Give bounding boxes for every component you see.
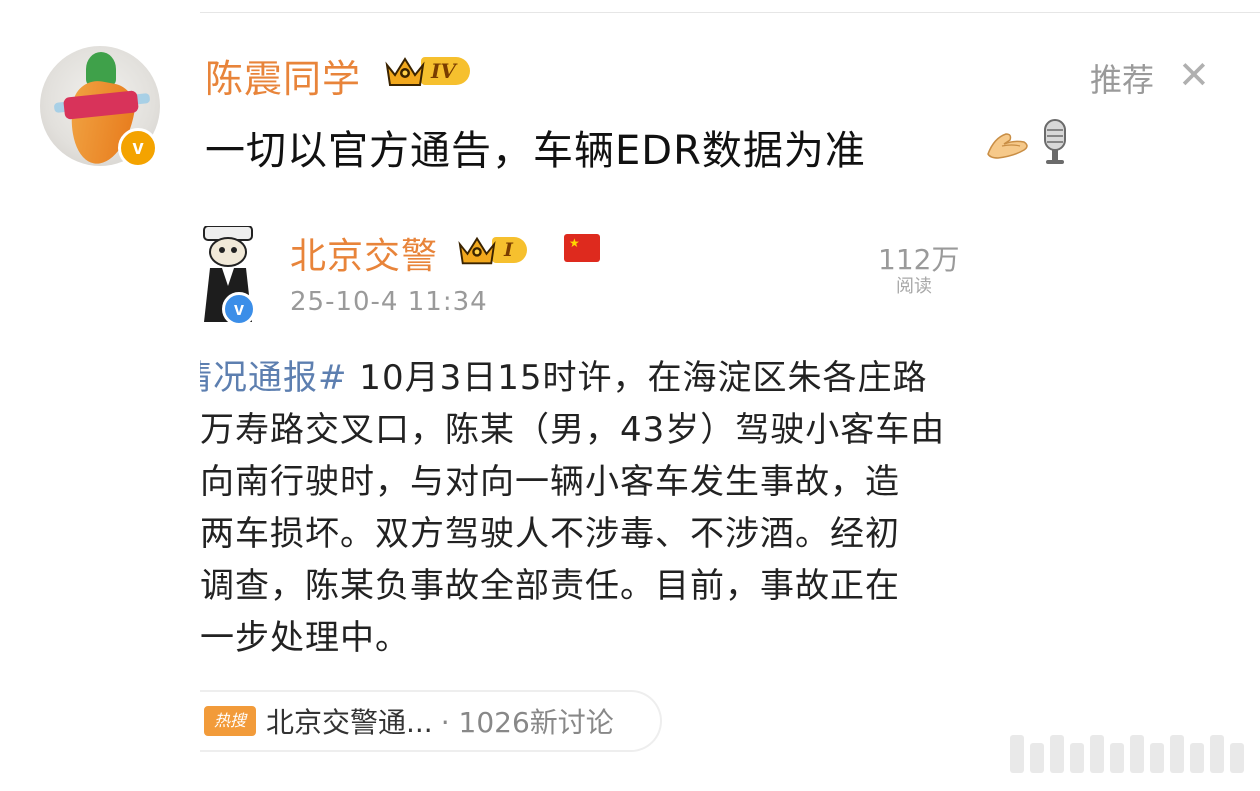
user-level-badge[interactable]: IV: [383, 50, 470, 92]
hot-search-pill[interactable]: 热搜 北京交警通... · 1026新讨论: [200, 690, 662, 752]
blue-verified-badge-icon: v: [222, 292, 256, 326]
watermark: [1010, 735, 1244, 773]
body-line: 情况通报# 10月3日15时许，在海淀区朱各庄路: [200, 352, 985, 404]
recommend-label[interactable]: 推荐: [1090, 55, 1154, 101]
post-username[interactable]: 陈震同学: [205, 48, 361, 103]
embedded-username[interactable]: 北京交警: [290, 227, 438, 279]
body-line: 调查，陈某负事故全部责任。目前，事故正在: [200, 566, 900, 606]
hashtag-link[interactable]: 情况通报#: [200, 358, 348, 398]
post-text: 一切以官方通告，车辆EDR数据为准: [205, 128, 866, 174]
reads-label: 阅读: [896, 276, 932, 297]
china-flag-icon: ★: [564, 234, 600, 262]
hot-search-icon: 热搜: [204, 706, 256, 736]
body-line: 两车损坏。双方驾驶人不涉毒、不涉酒。经初: [200, 514, 900, 554]
embedded-body: 情况通报# 10月3日15时许，在海淀区朱各庄路 万寿路交叉口，陈某（男，43岁…: [200, 352, 985, 672]
pinching-hand-emoji-icon: [987, 133, 1028, 159]
embedded-timestamp: 25-10-4 11:34: [290, 287, 488, 317]
level-label: IV: [421, 57, 470, 85]
body-line: 一步处理中。: [200, 618, 410, 658]
discussion-count: · 1026新讨论: [440, 706, 614, 739]
body-line: 向南行驶时，与对向一辆小客车发生事故，造: [200, 462, 900, 502]
microphone-emoji-icon: [1044, 119, 1066, 164]
crown-icon: [385, 57, 425, 86]
top-divider: [200, 12, 1260, 13]
crown-icon: [458, 236, 496, 265]
verified-badge-icon: v: [118, 128, 158, 168]
hot-topic[interactable]: 北京交警通...: [266, 701, 433, 741]
body-line: 万寿路交叉口，陈某（男，43岁）驾驶小客车由: [200, 410, 946, 450]
close-icon[interactable]: ✕: [1178, 56, 1210, 94]
embedded-level-badge[interactable]: I: [456, 230, 527, 270]
